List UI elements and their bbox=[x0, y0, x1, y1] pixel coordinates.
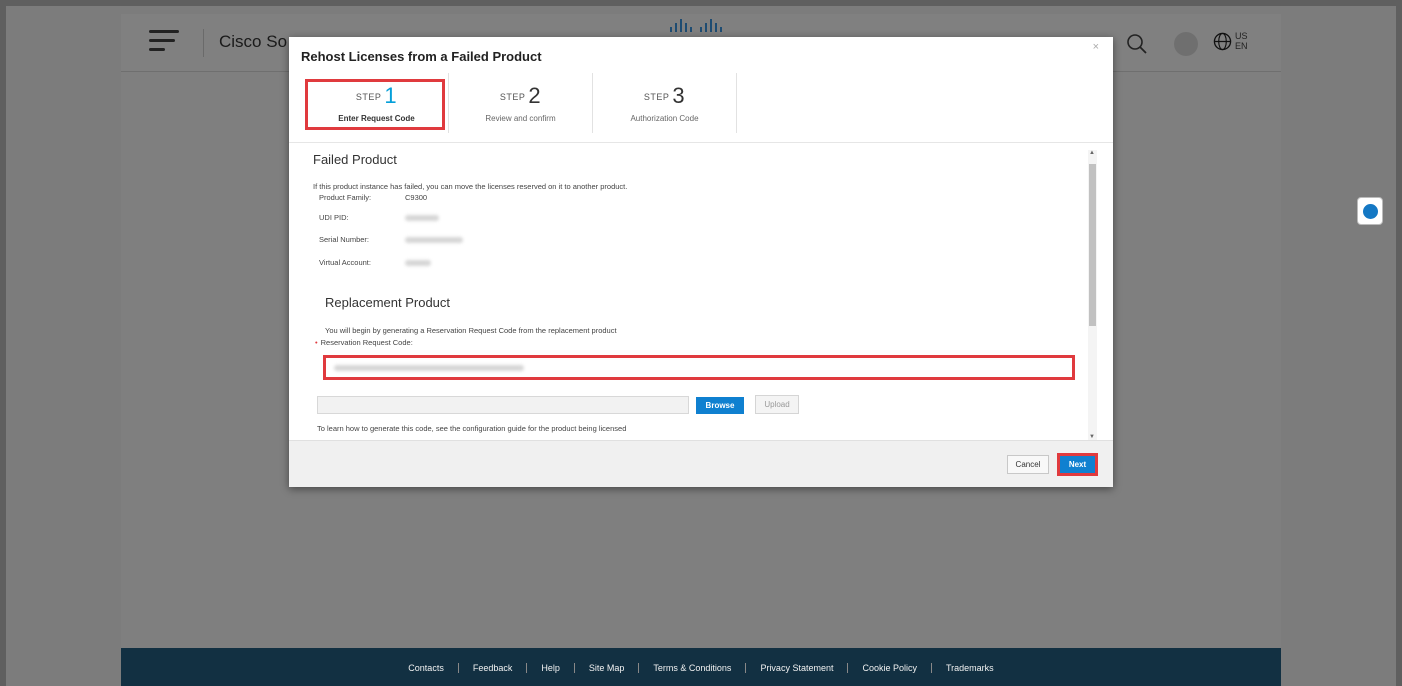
language-code: US EN bbox=[1235, 31, 1248, 51]
field-virtual-account: Virtual Account: bbox=[319, 258, 431, 267]
scroll-up-icon[interactable]: ▲ bbox=[1089, 150, 1095, 156]
close-icon[interactable]: × bbox=[1093, 41, 1099, 53]
cancel-button[interactable]: Cancel bbox=[1007, 455, 1049, 474]
field-label: UDI PID: bbox=[319, 213, 349, 222]
failed-product-description: If this product instance has failed, you… bbox=[313, 182, 628, 191]
field-udi-pid: UDI PID: bbox=[319, 213, 439, 222]
dialog-body: Failed Product If this product instance … bbox=[313, 152, 1089, 439]
footer-link-cookie-policy[interactable]: Cookie Policy bbox=[848, 663, 932, 673]
replacement-product-description: You will begin by generating a Reservati… bbox=[325, 326, 617, 335]
field-serial-number: Serial Number: bbox=[319, 235, 463, 244]
rehost-licenses-dialog: Rehost Licenses from a Failed Product × … bbox=[289, 37, 1113, 487]
footer-link-terms[interactable]: Terms & Conditions bbox=[639, 663, 747, 673]
reservation-code-input[interactable] bbox=[323, 355, 1075, 380]
step-2-number: 2 bbox=[528, 83, 542, 108]
step-1[interactable]: STEP 1 Enter Request Code bbox=[305, 73, 449, 133]
help-text: To learn how to generate this code, see … bbox=[317, 424, 627, 433]
replacement-product-title: Replacement Product bbox=[325, 295, 451, 310]
step-3-label: Authorization Code bbox=[630, 114, 699, 123]
cisco-logo bbox=[670, 19, 722, 32]
reservation-code-label: • Reservation Request Code: bbox=[315, 338, 413, 347]
step-1-highlight bbox=[305, 79, 445, 130]
dialog-footer: Cancel Next bbox=[289, 440, 1113, 487]
field-label: Serial Number: bbox=[319, 235, 370, 244]
search-icon[interactable] bbox=[1125, 32, 1149, 56]
dialog-scrollbar[interactable]: ▲ ▼ bbox=[1088, 150, 1097, 440]
redacted-value bbox=[405, 260, 431, 267]
language-selector[interactable]: US EN bbox=[1213, 28, 1255, 56]
wizard-steps: STEP 1 Enter Request Code STEP 2 Review an… bbox=[305, 73, 737, 133]
upload-button[interactable]: Upload bbox=[755, 395, 799, 414]
step-2-prefix: STEP bbox=[499, 92, 526, 102]
field-product-family: Product Family: C9300 bbox=[319, 193, 427, 202]
footer-link-trademarks[interactable]: Trademarks bbox=[932, 663, 1008, 673]
redacted-value bbox=[405, 237, 463, 244]
footer-links: Contacts Feedback Help Site Map Terms & … bbox=[121, 663, 1281, 673]
next-button[interactable]: Next bbox=[1057, 453, 1098, 476]
file-path-input[interactable] bbox=[317, 396, 689, 414]
step-3-prefix: STEP bbox=[643, 92, 670, 102]
redacted-code bbox=[334, 365, 524, 371]
avatar[interactable] bbox=[1174, 32, 1198, 56]
header-divider bbox=[203, 29, 204, 57]
field-value: C9300 bbox=[405, 193, 428, 202]
required-marker: • bbox=[315, 338, 318, 347]
footer-link-site-map[interactable]: Site Map bbox=[575, 663, 640, 673]
scroll-thumb[interactable] bbox=[1089, 164, 1096, 326]
footer-link-privacy[interactable]: Privacy Statement bbox=[746, 663, 849, 673]
chat-button[interactable] bbox=[1357, 197, 1383, 225]
menu-icon[interactable] bbox=[149, 30, 179, 54]
footer-link-help[interactable]: Help bbox=[527, 663, 575, 673]
chat-icon bbox=[1363, 204, 1378, 219]
redacted-value bbox=[405, 215, 439, 222]
step-2-label: Review and confirm bbox=[485, 114, 556, 123]
dialog-title: Rehost Licenses from a Failed Product bbox=[301, 49, 542, 64]
field-label: Virtual Account: bbox=[319, 258, 371, 267]
field-label: Product Family: bbox=[319, 193, 372, 202]
steps-divider bbox=[289, 142, 1113, 143]
step-2[interactable]: STEP 2 Review and confirm bbox=[449, 73, 593, 133]
footer-link-contacts[interactable]: Contacts bbox=[394, 663, 459, 673]
site-footer: Contacts Feedback Help Site Map Terms & … bbox=[121, 648, 1281, 686]
globe-icon bbox=[1213, 32, 1232, 51]
browse-button[interactable]: Browse bbox=[696, 397, 744, 414]
step-3[interactable]: STEP 3 Authorization Code bbox=[593, 73, 737, 133]
brand-title: Cisco So bbox=[219, 32, 288, 51]
failed-product-title: Failed Product bbox=[313, 152, 397, 167]
footer-link-feedback[interactable]: Feedback bbox=[459, 663, 528, 673]
step-3-number: 3 bbox=[672, 83, 686, 108]
